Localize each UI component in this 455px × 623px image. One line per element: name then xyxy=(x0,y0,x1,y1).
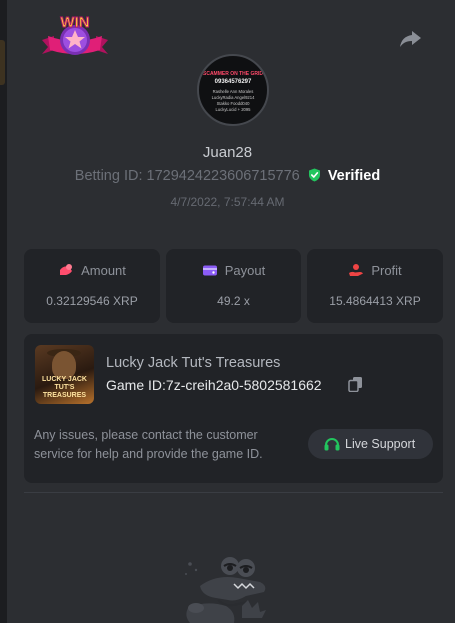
share-arrow-icon[interactable] xyxy=(398,28,424,50)
avatar-line-6: LuckyLucid + 2095 xyxy=(215,107,251,112)
game-thumbnail[interactable]: LUCKY JACK TUT'S TREASURES xyxy=(35,345,94,404)
payout-value: 49.2 x xyxy=(217,294,250,308)
game-id-row: Game ID:7z-creih2a0-5802581662 xyxy=(106,377,322,393)
headset-icon xyxy=(324,438,340,451)
section-divider xyxy=(24,492,443,493)
thumbnail-label: LUCKY JACK TUT'S TREASURES xyxy=(42,376,87,399)
payout-card: Payout 49.2 x xyxy=(166,249,301,323)
username: Juan28 xyxy=(202,144,253,161)
game-id-value: 7z-creih2a0-5802581662 xyxy=(165,377,322,393)
amount-header: Amount xyxy=(24,263,160,278)
game-id-label: Game ID: xyxy=(106,377,166,393)
profit-header: Profit xyxy=(307,263,443,278)
avatar-lines: Rashelle Ann Morales LuckyRadia Angel921… xyxy=(199,89,267,113)
live-support-label: Live Support xyxy=(345,437,416,451)
payout-wallet-icon xyxy=(202,265,217,276)
win-badge-icon: WIN xyxy=(42,14,108,55)
verified-label: Verified xyxy=(327,168,381,184)
payout-label: Payout xyxy=(224,263,266,278)
profit-label: Profit xyxy=(371,263,402,278)
user-avatar[interactable]: SCAMMER ON THE GRID 09364576297 Rashelle… xyxy=(197,54,269,126)
amount-value: 0.32129546 XRP xyxy=(46,294,138,308)
thumbnail-figure xyxy=(52,351,76,379)
game-title[interactable]: Lucky Jack Tut's Treasures xyxy=(106,355,280,371)
betting-id-row: Betting ID: 1729424223606715776 Verified xyxy=(0,168,455,184)
svg-text:WIN: WIN xyxy=(60,14,89,31)
game-info-card: LUCKY JACK TUT'S TREASURES Lucky Jack Tu… xyxy=(24,334,443,483)
support-notice: Any issues, please contact the customer … xyxy=(34,428,263,461)
verified-shield-icon xyxy=(308,168,320,182)
payout-header: Payout xyxy=(166,263,301,278)
betting-id-value: 1729424223606715776 xyxy=(146,168,300,184)
bet-timestamp: 4/7/2022, 7:57:44 AM xyxy=(170,195,285,209)
profit-card: Profit 15.4864413 XRP xyxy=(307,249,443,323)
amount-icon xyxy=(60,264,73,275)
edge-glow xyxy=(0,40,5,85)
amount-label: Amount xyxy=(81,263,126,278)
avatar-line-1: SCAMMER ON THE GRID xyxy=(203,71,263,77)
profit-value: 15.4864413 XRP xyxy=(329,294,421,308)
betting-id-label: Betting ID: xyxy=(74,168,143,184)
crocodile-mascot-icon xyxy=(185,557,266,623)
profit-hand-coin-icon xyxy=(349,264,364,276)
live-support-button[interactable]: Live Support xyxy=(308,429,433,459)
copy-icon[interactable] xyxy=(348,376,363,392)
amount-card: Amount 0.32129546 XRP xyxy=(24,249,160,323)
left-edge-strip xyxy=(0,0,7,623)
avatar-line-2: 09364576297 xyxy=(214,79,252,85)
